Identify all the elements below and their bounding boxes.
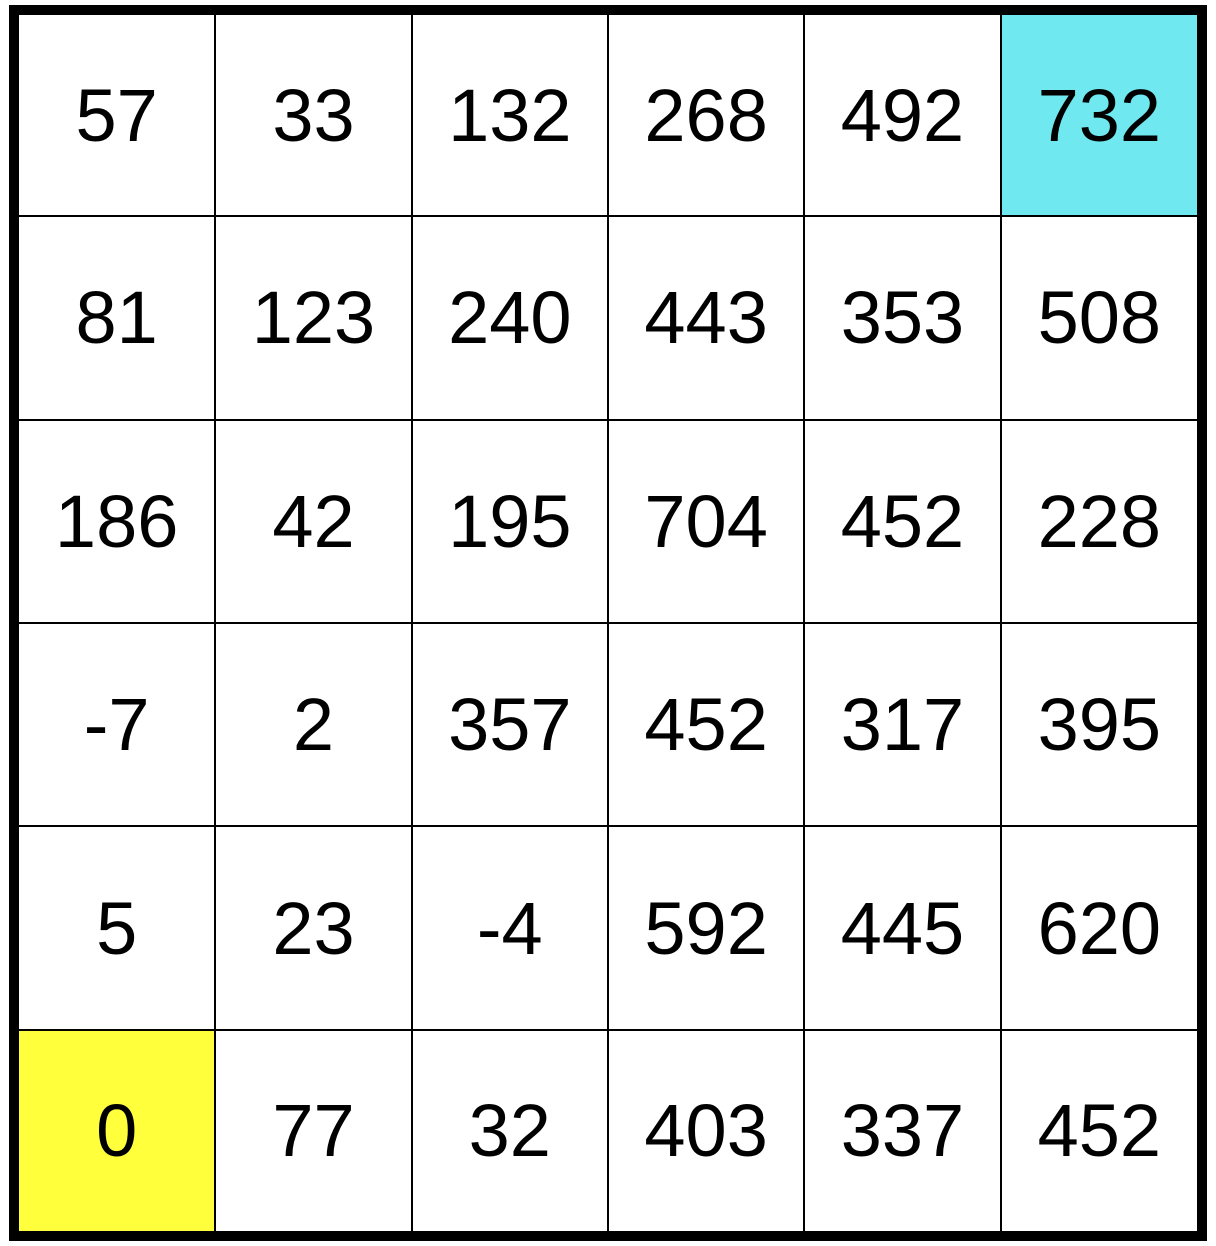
grid-cell: 508	[999, 215, 1197, 421]
grid-cell: 443	[606, 215, 806, 421]
grid-cell: 492	[803, 15, 1002, 218]
number-grid: 57 33 132 268 492 732 81 123 240 443 353 508 186 42 19…	[19, 15, 1197, 1231]
grid-cell: 195	[410, 418, 609, 624]
grid-cell: 186	[19, 418, 217, 624]
grid-row: 57 33 132 268 492 732	[19, 15, 1197, 218]
number-grid-body: 57 33 132 268 492 732 81 123 240 443 353 508 186 42 19…	[19, 15, 1197, 1231]
grid-cell: 268	[606, 15, 806, 218]
grid-cell: 57	[19, 15, 217, 218]
grid-row: 0 77 32 403 337 452	[19, 1028, 1197, 1231]
grid-cell: 403	[606, 1028, 806, 1231]
grid-cell: 33	[214, 15, 413, 218]
grid-cell: 228	[999, 418, 1197, 624]
grid-cell: 240	[410, 215, 609, 421]
grid-cell: 23	[214, 825, 413, 1031]
grid-cell: -4	[410, 825, 609, 1031]
number-grid-frame: 57 33 132 268 492 732 81 123 240 443 353 508 186 42 19…	[9, 5, 1207, 1241]
grid-row: -7 2 357 452 317 395	[19, 621, 1197, 828]
grid-cell: 337	[803, 1028, 1002, 1231]
grid-cell: 357	[410, 621, 609, 828]
grid-row: 81 123 240 443 353 508	[19, 215, 1197, 421]
grid-cell: 704	[606, 418, 806, 624]
grid-cell: 5	[19, 825, 217, 1031]
grid-cell: 452	[803, 418, 1002, 624]
grid-cell: -7	[19, 621, 217, 828]
grid-cell: 42	[214, 418, 413, 624]
goal-cell: 732	[999, 15, 1197, 218]
grid-cell: 592	[606, 825, 806, 1031]
grid-cell: 2	[214, 621, 413, 828]
grid-cell: 317	[803, 621, 1002, 828]
grid-cell: 445	[803, 825, 1002, 1031]
grid-cell: 452	[999, 1028, 1197, 1231]
grid-cell: 81	[19, 215, 217, 421]
grid-cell: 452	[606, 621, 806, 828]
grid-cell: 395	[999, 621, 1197, 828]
grid-row: 5 23 -4 592 445 620	[19, 825, 1197, 1031]
grid-cell: 353	[803, 215, 1002, 421]
grid-cell: 132	[410, 15, 609, 218]
grid-cell: 32	[410, 1028, 609, 1231]
grid-row: 186 42 195 704 452 228	[19, 418, 1197, 624]
start-cell: 0	[19, 1028, 217, 1231]
grid-cell: 123	[214, 215, 413, 421]
grid-cell: 77	[214, 1028, 413, 1231]
grid-cell: 620	[999, 825, 1197, 1031]
